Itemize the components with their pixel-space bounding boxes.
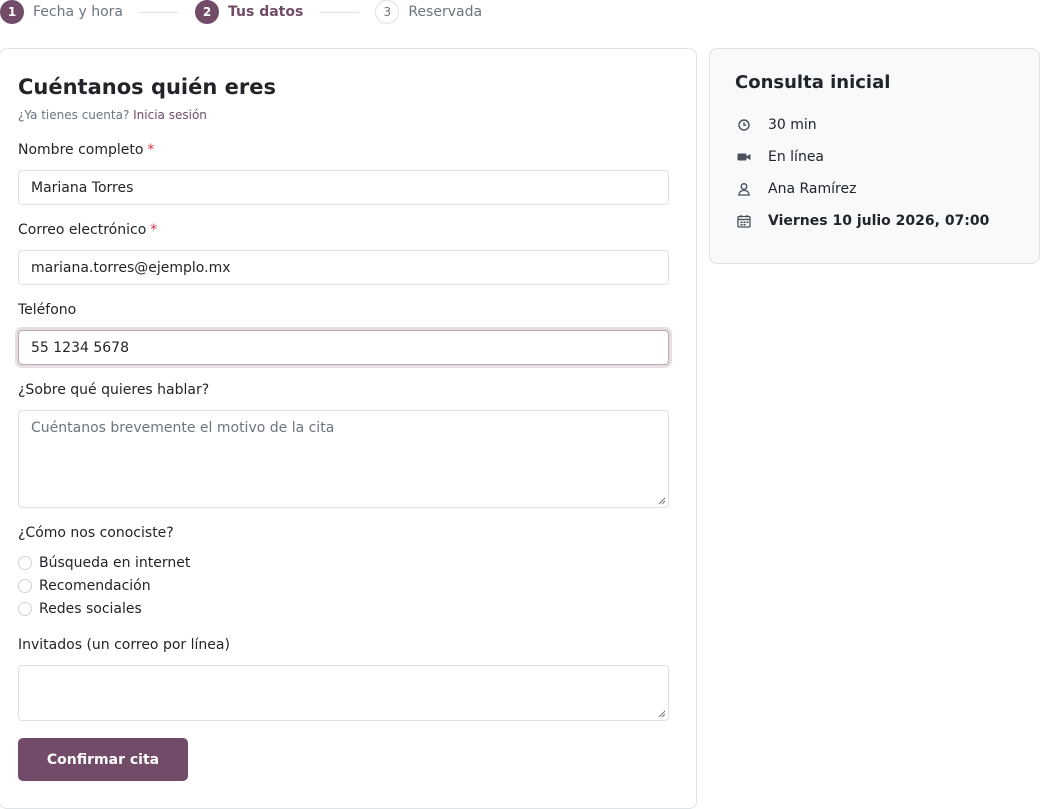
step-number: 2 [195,0,220,24]
name-field-label: Nombre completo * [18,142,154,158]
email-input-value: mariana.torres@ejemplo.mx [31,259,231,276]
step-label: Reservada [408,4,483,20]
step-label: Fecha y hora [33,4,124,20]
phone-input[interactable]: 55 1234 5678 [18,330,669,365]
login-prompt: ¿Ya tienes cuenta? Inicia sesión [18,108,207,122]
resize-grip-icon[interactable] [658,710,666,718]
summary-location: En línea [737,149,824,165]
phone-input-value: 55 1234 5678 [31,339,129,356]
radio-button[interactable] [18,556,32,570]
radio-button[interactable] [18,579,32,593]
summary-datetime: Viernes 10 julio 2026, 07:00 [737,213,989,229]
radio-label: Recomendación [39,578,151,594]
login-link[interactable]: Inicia sesión [133,108,207,122]
name-input-value: Mariana Torres [31,179,134,196]
login-prompt-text: ¿Ya tienes cuenta? [18,108,130,122]
host-text: Ana Ramírez [768,181,857,197]
source-option-social[interactable]: Redes sociales [18,601,142,617]
booking-stepper: 1 Fecha y hora 2 Tus datos 3 Reservada [0,0,482,24]
radio-label: Búsqueda en internet [39,555,191,571]
details-form-card: Cuéntanos quién eres ¿Ya tienes cuenta? … [0,48,697,809]
required-mark: * [147,142,155,158]
appointment-type-title: Consulta inicial [735,72,891,93]
email-label-text: Correo electrónico [18,222,147,238]
location-text: En línea [768,149,825,165]
step-connector [319,11,360,13]
video-camera-icon [737,150,751,164]
name-input[interactable]: Mariana Torres [18,170,669,205]
form-title: Cuéntanos quién eres [18,75,276,99]
clock-icon [737,118,751,132]
user-icon [737,182,751,196]
step-number: 1 [0,0,24,24]
step-date-time[interactable]: 1 Fecha y hora [0,0,123,24]
guests-field-label: Invitados (un correo por línea) [18,637,230,653]
confirm-appointment-button[interactable]: Confirmar cita [18,738,188,781]
name-label-text: Nombre completo [18,142,144,158]
required-mark: * [150,222,158,238]
email-field-label: Correo electrónico * [18,222,157,238]
step-your-details: 2 Tus datos [195,0,303,24]
summary-duration: 30 min [737,117,817,133]
topic-field-label: ¿Sobre qué quieres hablar? [18,382,210,398]
email-input[interactable]: mariana.torres@ejemplo.mx [18,250,669,285]
source-option-search[interactable]: Búsqueda en internet [18,555,190,571]
radio-label: Redes sociales [39,601,142,617]
radio-button[interactable] [18,602,32,616]
summary-host: Ana Ramírez [737,181,856,197]
step-label: Tus datos [228,4,304,20]
source-option-referral[interactable]: Recomendación [18,578,151,594]
duration-text: 30 min [768,117,817,133]
phone-field-label: Teléfono [18,302,77,318]
step-number: 3 [375,0,400,24]
source-field-label: ¿Cómo nos conociste? [18,525,174,541]
topic-textarea[interactable]: Cuéntanos brevemente el motivo de la cit… [18,410,669,508]
resize-grip-icon[interactable] [658,497,666,505]
topic-placeholder: Cuéntanos brevemente el motivo de la cit… [31,420,335,436]
calendar-icon [737,214,751,228]
step-booked: 3 Reservada [375,0,482,24]
step-connector [139,11,180,13]
guests-textarea[interactable] [18,665,669,721]
datetime-text: Viernes 10 julio 2026, 07:00 [768,213,990,229]
appointment-summary-card: Consulta inicial 30 min En línea Ana Ram… [709,48,1040,264]
